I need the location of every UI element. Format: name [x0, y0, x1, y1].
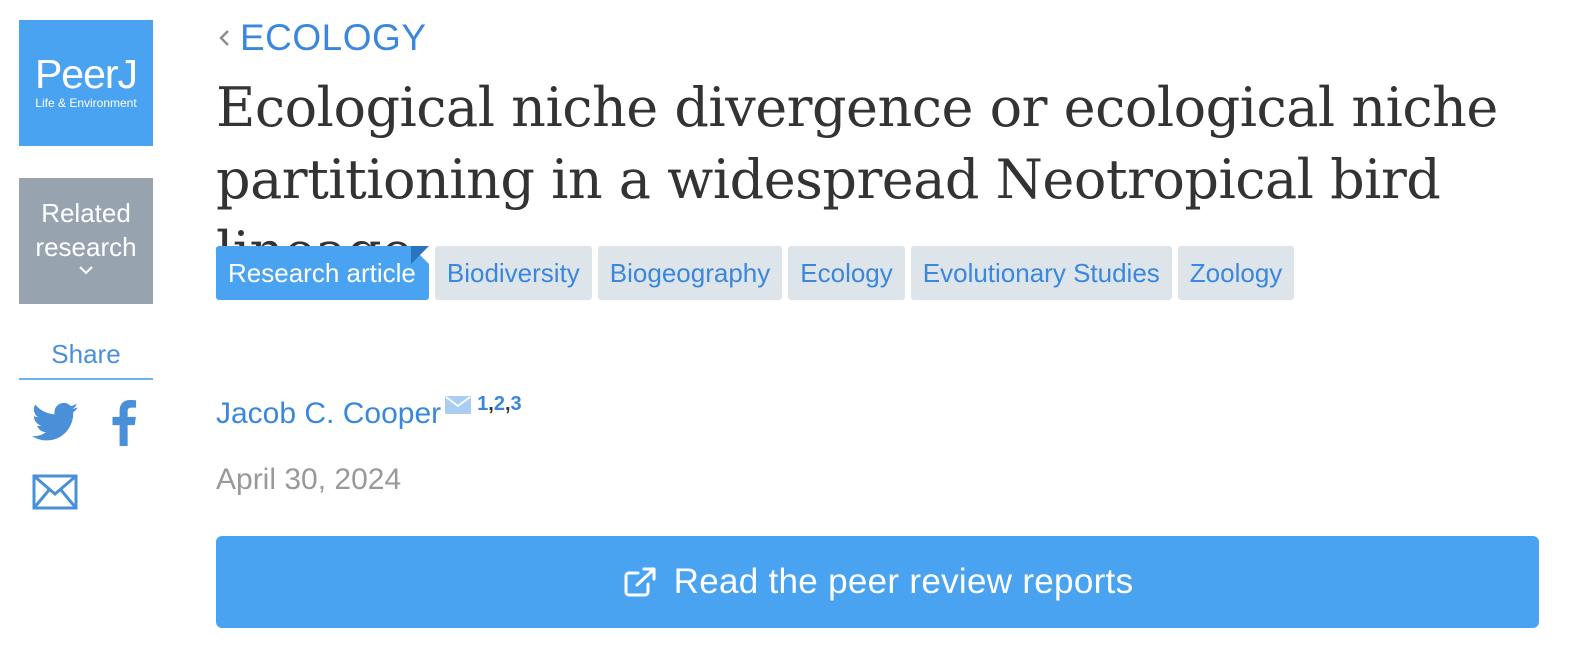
logo-wordmark: PeerJ	[34, 51, 138, 97]
tag-corner-shadow	[410, 246, 429, 264]
chevron-left-icon	[219, 30, 229, 46]
tag-label: Evolutionary Studies	[922, 257, 1160, 288]
tag-evolutionary-studies[interactable]: Evolutionary Studies	[910, 246, 1172, 300]
affiliation-link-3[interactable]: 3	[511, 392, 522, 416]
tag-label: Zoology	[1189, 257, 1283, 288]
tag-zoology[interactable]: Zoology	[1177, 246, 1295, 300]
tag-ecology[interactable]: Ecology	[788, 246, 905, 300]
tag-biogeography[interactable]: Biogeography	[597, 246, 783, 300]
affiliation-link-1[interactable]: 1	[477, 392, 488, 416]
tag-research-article[interactable]: Research article	[216, 246, 429, 300]
twitter-icon[interactable]	[32, 402, 78, 442]
tag-label: Ecology	[800, 257, 893, 288]
tag-label: Biogeography	[609, 257, 771, 288]
read-peer-review-button[interactable]: Read the peer review reports	[216, 536, 1539, 628]
publication-date: April 30, 2024	[216, 463, 402, 496]
author-affiliations: 1 , 2 , 3	[477, 392, 522, 416]
author-line: Jacob C. Cooper 1 , 2 , 3	[216, 392, 522, 436]
envelope-icon[interactable]	[445, 396, 472, 414]
related-research-label: Related research	[35, 198, 137, 262]
email-icon[interactable]	[32, 474, 78, 510]
breadcrumb-label: ECOLOGY	[240, 17, 427, 58]
related-research-button[interactable]: Related research	[19, 178, 153, 304]
share-divider	[19, 378, 153, 380]
breadcrumb-ecology[interactable]: ECOLOGY	[216, 16, 427, 60]
read-peer-review-label: Read the peer review reports	[673, 562, 1134, 601]
peerj-logo[interactable]: PeerJ Life & Environment	[19, 20, 153, 146]
logo-subtitle: Life & Environment	[35, 96, 137, 110]
article-tags: Research article Biodiversity Biogeograp…	[216, 246, 1295, 300]
chevron-down-icon	[79, 266, 93, 275]
external-link-icon	[624, 567, 656, 597]
share-heading: Share	[51, 339, 121, 369]
affiliation-link-2[interactable]: 2	[494, 392, 505, 416]
tag-label: Biodiversity	[446, 257, 580, 288]
tag-label: Research article	[228, 257, 416, 288]
facebook-icon[interactable]	[111, 400, 137, 446]
author-name-link[interactable]: Jacob C. Cooper	[216, 392, 441, 436]
tag-biodiversity[interactable]: Biodiversity	[434, 246, 592, 300]
